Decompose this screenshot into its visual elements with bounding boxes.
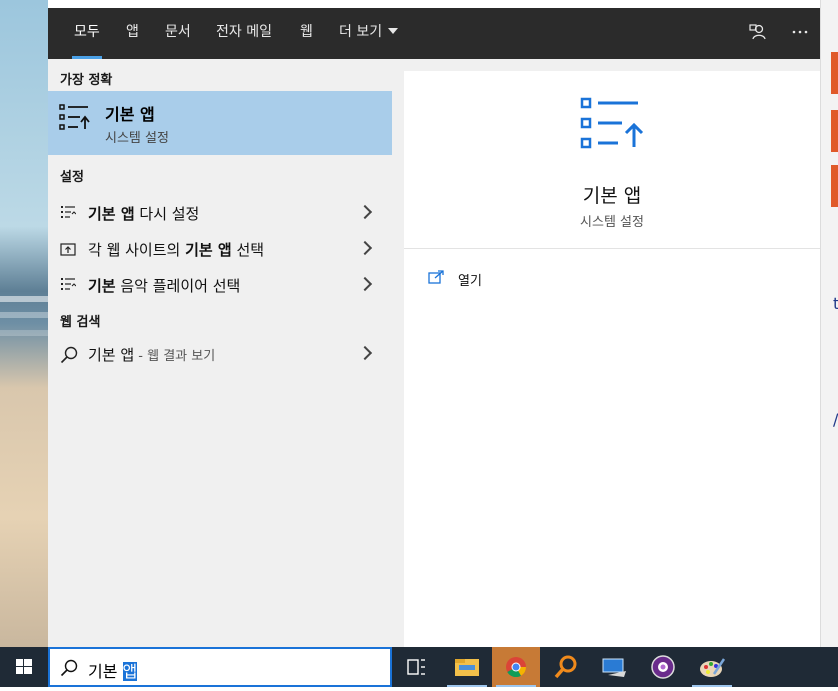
remote-desktop-icon[interactable] xyxy=(590,647,638,687)
taskbar-search-input[interactable]: 기본 앱 xyxy=(48,647,392,687)
more-options-icon[interactable] xyxy=(789,22,811,44)
preview-pane: 기본 앱 시스템 설정 열기 xyxy=(404,71,820,647)
tab-all[interactable]: 모두 xyxy=(72,8,102,59)
list-settings-icon xyxy=(60,277,77,293)
settings-result-reset-default-apps[interactable]: 기본 앱 다시 설정 xyxy=(48,195,392,231)
results-pane: 가장 정확 기본 앱 시스템 설정 설정 기본 앱 다시 설정 각 웹 사이트의… xyxy=(48,59,392,647)
tab-more-label: 더 보기 xyxy=(339,24,383,40)
chevron-right-icon[interactable] xyxy=(357,276,373,292)
default-apps-icon xyxy=(58,103,92,137)
best-match-subtitle: 시스템 설정 xyxy=(105,131,169,146)
search-filter-bar: 모두 앱 문서 전자 메일 웹 더 보기 xyxy=(48,8,820,59)
chrome-icon[interactable] xyxy=(492,647,540,687)
settings-result-label: 각 웹 사이트의 기본 앱 선택 xyxy=(88,241,265,259)
settings-result-music-player[interactable]: 기본 음악 플레이어 선택 xyxy=(48,267,392,303)
best-match-result[interactable]: 기본 앱 시스템 설정 xyxy=(48,91,392,155)
desktop-background-left xyxy=(0,0,48,647)
open-action-label: 열기 xyxy=(458,274,482,289)
search-flyout: 모두 앱 문서 전자 메일 웹 더 보기 가장 정확 기본 앱 시스템 설정 설… xyxy=(48,8,820,647)
taskbar: 기본 앱 xyxy=(0,647,838,687)
best-match-title: 기본 앱 xyxy=(105,105,155,124)
tab-more[interactable]: 더 보기 xyxy=(339,8,399,59)
open-icon xyxy=(428,269,444,288)
search-query: 기본 앱 xyxy=(88,662,138,681)
tab-documents[interactable]: 문서 xyxy=(165,8,191,59)
section-header-settings: 설정 xyxy=(60,170,84,185)
tab-web[interactable]: 웹 xyxy=(300,8,313,59)
web-result-label: 기본 앱 - 웹 결과 보기 xyxy=(88,346,216,364)
windows-start-icon[interactable] xyxy=(0,647,48,687)
chevron-right-icon[interactable] xyxy=(357,204,373,220)
settings-result-label: 기본 앱 다시 설정 xyxy=(88,205,200,223)
chevron-right-icon[interactable] xyxy=(357,345,373,361)
open-action[interactable]: 열기 xyxy=(428,267,628,291)
default-apps-icon xyxy=(580,97,646,157)
preview-divider xyxy=(404,248,820,249)
preview-title: 기본 앱 xyxy=(582,185,642,207)
background-window-edge: t / xyxy=(820,0,838,647)
chevron-right-icon[interactable] xyxy=(357,240,373,256)
list-settings-icon xyxy=(60,205,77,221)
settings-result-choose-per-site[interactable]: 각 웹 사이트의 기본 앱 선택 xyxy=(48,231,392,267)
web-app-icon xyxy=(60,241,76,257)
section-header-web-search: 웹 검색 xyxy=(60,315,101,330)
search-icon xyxy=(60,346,78,364)
section-header-best-match: 가장 정확 xyxy=(60,73,113,88)
tab-apps[interactable]: 앱 xyxy=(126,8,139,59)
search-icon xyxy=(60,659,78,681)
media-app-icon[interactable] xyxy=(639,647,687,687)
chevron-down-icon xyxy=(388,28,399,34)
search-query-selection: 앱 xyxy=(122,662,138,681)
task-view-icon[interactable] xyxy=(392,647,440,687)
feedback-icon[interactable] xyxy=(747,22,769,44)
paint-icon[interactable] xyxy=(688,647,736,687)
settings-result-label: 기본 음악 플레이어 선택 xyxy=(88,277,241,295)
file-explorer-icon[interactable] xyxy=(443,647,491,687)
tab-email[interactable]: 전자 메일 xyxy=(216,8,272,59)
search-tool-icon[interactable] xyxy=(541,647,589,687)
preview-subtitle: 시스템 설정 xyxy=(580,215,644,230)
web-search-result[interactable]: 기본 앱 - 웹 결과 보기 xyxy=(48,336,392,372)
